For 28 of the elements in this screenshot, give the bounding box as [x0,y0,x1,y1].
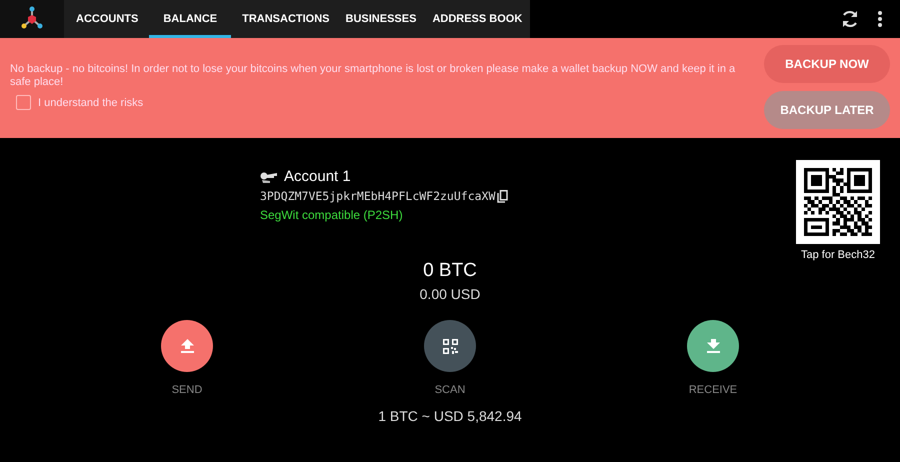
tab[interactable]: ACCOUNTS [71,0,144,38]
qr-code[interactable] [796,160,880,244]
action-label: SCAN [434,384,466,396]
checkbox-label: I understand the risks [38,96,144,108]
action-label: SEND [172,384,202,396]
send-button[interactable] [161,320,213,372]
upload-icon [180,339,194,353]
tab[interactable]: BUSINESSES [340,0,422,38]
btc-balance: 0 BTC [422,260,478,282]
tab[interactable]: ADDRESS BOOK [427,0,528,38]
action-label: RECEIVE [688,384,738,396]
qr-code-icon [442,338,458,354]
refresh-icon[interactable] [840,9,860,29]
menu-icon[interactable] [878,11,882,27]
account-name: Account 1 [284,168,351,185]
exchange-rate: 1 BTC ~ USD 5,842.94 [377,408,523,424]
scan-button[interactable] [424,320,476,372]
fiat-balance: 0.00 USD [418,286,482,302]
checkbox[interactable] [16,95,31,110]
wallet-address: 3PDQZM7VE5jpkrMEbH4PFLcWF2zuUfcaXW [260,189,496,203]
address-type: SegWit compatible (P2SH) [260,208,404,222]
qr-caption: Tap for Bech32 [801,249,875,261]
receive-button[interactable] [687,320,739,372]
copy-icon[interactable] [497,190,508,202]
backup-warning: No backup - no bitcoins! In order not to lose your bitcoins when your smartphone is lost or broken please make a wallet backup NOW and keep it in a safe place! [10,63,736,89]
tab[interactable]: TRANSACTIONS [237,0,335,38]
download-icon [706,339,720,353]
keys-icon [260,170,278,182]
